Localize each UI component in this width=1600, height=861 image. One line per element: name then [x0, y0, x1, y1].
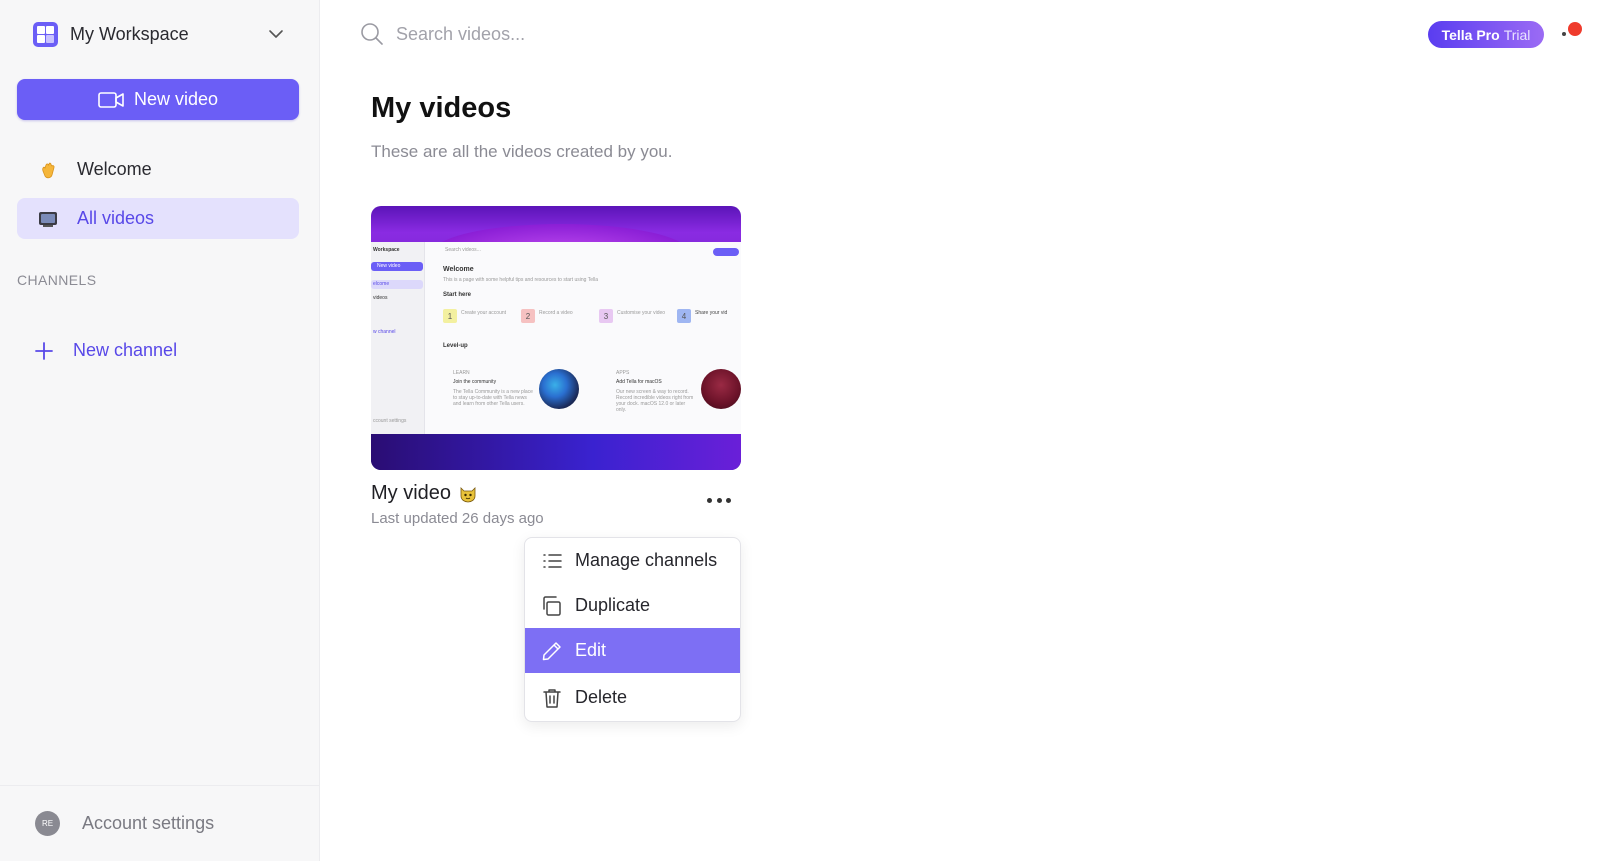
- thumb-welcome: Welcome: [443, 266, 474, 273]
- waving-hand-icon: [37, 159, 59, 181]
- copy-icon: [543, 595, 561, 616]
- thumb-nav-welcome: elcome: [373, 281, 390, 287]
- new-channel-label: New channel: [73, 340, 178, 360]
- pencil-icon: [542, 641, 561, 660]
- account-settings-button[interactable]: RE Account settings: [0, 785, 320, 861]
- dot-icon: [726, 497, 731, 503]
- menu-item-delete[interactable]: Delete: [525, 675, 740, 720]
- chevron-down-icon: [269, 30, 283, 38]
- trial-badge-light: Trial: [1503, 26, 1531, 43]
- menu-item-edit[interactable]: Edit: [525, 628, 740, 673]
- list-icon: [543, 553, 562, 568]
- menu-item-label: Manage channels: [575, 550, 718, 570]
- thumb-step-4-label: Share your vid: [695, 310, 728, 316]
- video-updated-time: Last updated 26 days ago: [371, 510, 544, 527]
- thumb-start-here: Start here: [443, 292, 472, 298]
- video-context-menu: Manage channels Duplicate Edit Delete: [524, 537, 741, 722]
- sidebar-item-all-videos[interactable]: All videos: [17, 198, 299, 239]
- thumb-step-2: 2: [521, 309, 535, 323]
- thumb-card2-kicker: APPS: [616, 370, 630, 376]
- thumb-step-1: 1: [443, 309, 457, 323]
- thumb-step-3-label: Customise your video: [617, 310, 666, 316]
- thumb-step-4: 4: [677, 309, 691, 323]
- sidebar-item-label: Welcome: [77, 159, 152, 179]
- dot-icon: [707, 497, 712, 503]
- workspace-name: My Workspace: [70, 23, 189, 44]
- new-video-button[interactable]: New video: [17, 79, 299, 120]
- cat-face-icon: [460, 486, 476, 502]
- thumb-new-video: New video: [377, 263, 401, 269]
- thumb-welcome-desc: This is a page with some helpful tips an…: [443, 277, 598, 283]
- thumb-card1-desc: The Tella Community is a new place to st…: [453, 389, 533, 407]
- page-subtitle: These are all the videos created by you.: [371, 142, 673, 161]
- dot-icon: [716, 497, 722, 503]
- trial-badge-strong: Tella Pro: [1441, 26, 1500, 43]
- menu-item-label: Delete: [575, 687, 628, 707]
- video-title-text: My video: [371, 482, 452, 504]
- search-icon: [361, 23, 383, 45]
- menu-item-label: Duplicate: [575, 595, 651, 615]
- thumb-step-2-label: Record a video: [539, 310, 573, 316]
- sidebar: My Workspace New video Welcome All video…: [0, 0, 320, 861]
- menu-item-manage-channels[interactable]: Manage channels: [525, 538, 740, 583]
- thumb-step-1-label: Create your account: [461, 310, 507, 316]
- new-video-label: New video: [133, 89, 219, 109]
- notification-icon[interactable]: [1562, 22, 1586, 42]
- search-bar: [360, 20, 860, 48]
- thumb-account: ccount settings: [373, 418, 407, 424]
- plus-icon: [35, 341, 53, 360]
- thumb-card1-title: Join the community: [453, 379, 497, 385]
- sidebar-item-label: All videos: [77, 208, 155, 228]
- thumbnail-screenshot: Workspace New video elcome videos w chan…: [371, 242, 741, 434]
- video-camera-icon: [98, 91, 124, 108]
- thumb-nav-all: videos: [373, 295, 388, 301]
- menu-item-duplicate[interactable]: Duplicate: [525, 583, 740, 628]
- thumb-new-channel: w channel: [373, 329, 396, 335]
- thumb-workspace: Workspace: [373, 247, 400, 253]
- page-title: My videos: [371, 92, 512, 124]
- video-thumbnail[interactable]: Workspace New video elcome videos w chan…: [371, 206, 741, 470]
- account-settings-label: Account settings: [82, 813, 215, 833]
- workspace-switcher[interactable]: My Workspace: [33, 21, 285, 47]
- thumb-step-3: 3: [599, 309, 613, 323]
- thumb-card2-desc: Our new screen & way to record. Record i…: [616, 389, 694, 413]
- menu-item-label: Edit: [575, 640, 607, 660]
- new-channel-button[interactable]: New channel: [35, 340, 177, 361]
- pro-trial-badge[interactable]: Tella Pro Trial: [1428, 21, 1544, 48]
- thumb-search: Search videos...: [445, 247, 481, 253]
- trash-icon: [543, 688, 561, 708]
- video-title[interactable]: My video: [371, 482, 477, 505]
- workspace-logo-icon: [33, 21, 58, 47]
- more-options-button[interactable]: [704, 492, 734, 508]
- channels-heading: CHANNELS: [17, 272, 97, 288]
- search-input[interactable]: [396, 23, 836, 45]
- avatar: RE: [35, 811, 60, 836]
- thumb-card1-kicker: LEARN: [453, 370, 470, 376]
- thumb-card2-title: Add Tella for macOS: [616, 379, 662, 385]
- television-icon: [37, 208, 59, 230]
- sidebar-item-welcome[interactable]: Welcome: [17, 149, 299, 190]
- thumb-level-up: Level-up: [443, 343, 468, 349]
